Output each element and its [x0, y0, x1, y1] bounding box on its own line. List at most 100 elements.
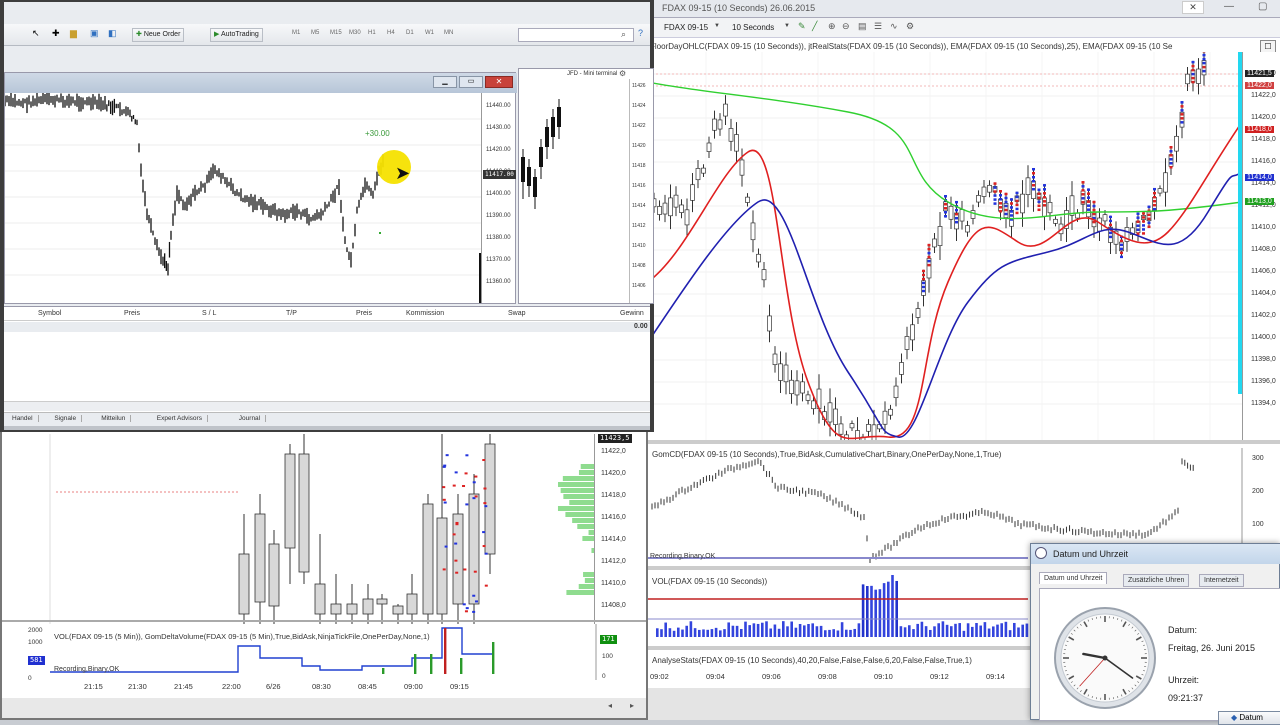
pencil-icon[interactable]: ✎	[798, 21, 806, 32]
timeframe-button[interactable]: MN	[444, 30, 453, 36]
footprint-dot	[1010, 206, 1013, 209]
timeframe-button[interactable]: M30	[349, 30, 361, 36]
nt-candle-body	[812, 401, 816, 409]
timeframe-button[interactable]: H4	[387, 30, 395, 36]
search-icon[interactable]: ⌕	[621, 29, 626, 40]
autotrading-button[interactable]: ▶ AutoTrading	[210, 28, 263, 42]
terminal-tab[interactable]: Handel	[12, 415, 39, 422]
volume-bar	[694, 628, 697, 637]
footprint-dot	[1005, 213, 1008, 216]
nt-candle-body	[900, 362, 904, 374]
terminal-tab[interactable]: Signale	[54, 415, 82, 422]
footprint-dot	[1170, 166, 1173, 169]
footprint-dot	[1038, 201, 1041, 204]
pane-divider[interactable]	[2, 620, 646, 622]
crosshair-icon[interactable]: ✚	[52, 28, 60, 39]
mt-price-chart[interactable]	[5, 93, 481, 303]
volume-bar	[761, 623, 764, 637]
window-icon[interactable]: ▣	[90, 28, 99, 39]
scroll-arrow-icon[interactable]: ▸	[630, 701, 634, 710]
strategy-icon[interactable]: ⚙	[906, 21, 914, 32]
time-label: 21:30	[128, 682, 147, 691]
timeframe-button[interactable]: H1	[368, 30, 376, 36]
mt-price-axis[interactable]: 11440.0011430.0011420.0011410.0011400.00…	[481, 93, 517, 303]
footprint-dot	[473, 481, 476, 483]
footprint-dot	[999, 210, 1002, 213]
close-icon[interactable]: ✕	[485, 76, 513, 88]
dialog-tab[interactable]: Internetzeit	[1199, 574, 1244, 587]
price-tag: 11414,0	[1245, 174, 1274, 181]
maximize-icon[interactable]: ▢	[1258, 1, 1267, 12]
cd-axis-label: 200	[1252, 488, 1264, 495]
dialog-tab[interactable]: Datum und Uhrzeit	[1039, 572, 1107, 584]
clock-center	[1103, 656, 1108, 661]
pane-divider[interactable]	[648, 440, 1280, 444]
price-label: 11440.00	[486, 103, 511, 109]
footprint-dot	[1120, 256, 1123, 259]
mt-status-bar	[4, 426, 650, 430]
change-date-button[interactable]: ◆ Datum	[1218, 711, 1280, 725]
balance-row: 0.00	[4, 322, 650, 332]
bottom-status: Recording,Binary,OK	[54, 666, 119, 673]
ema-fast-line	[648, 122, 1242, 439]
close-icon[interactable]: ✕	[1182, 1, 1204, 14]
nt-5min-chart[interactable]	[2, 434, 594, 624]
minimize-icon[interactable]: —	[1224, 1, 1234, 12]
column-header: Preis	[356, 310, 372, 317]
nt-candle-body	[680, 205, 684, 213]
scroll-arrow-icon[interactable]: ◂	[608, 701, 612, 710]
price-axis-label: 11400,0	[1251, 334, 1276, 341]
mini-candle-body	[557, 107, 561, 127]
chevron-down-icon[interactable]: ▼	[714, 23, 720, 29]
properties-icon[interactable]: ▤	[858, 21, 867, 32]
nt-price-chart[interactable]	[648, 52, 1280, 440]
mouse-pointer-icon: ➤	[395, 164, 410, 182]
timeframe-button[interactable]: W1	[425, 30, 434, 36]
bottom-candle-body	[239, 554, 249, 614]
mini-terminal-chart[interactable]	[519, 79, 629, 303]
terminal-tab[interactable]: Mitteilun	[101, 415, 131, 422]
cd-axis-label: 100	[1252, 521, 1264, 528]
nt-bottom-price-axis[interactable]: 11422,011420,011418,011416,011414,011412…	[594, 434, 644, 624]
datetime-dialog: Datum und Uhrzeit Datum und UhrzeitZusät…	[1030, 543, 1280, 720]
dialog-tab[interactable]: Zusätzliche Uhren	[1123, 574, 1189, 587]
footprint-dot	[472, 595, 475, 597]
help-icon[interactable]: ?	[638, 28, 643, 38]
footprint-dot	[1082, 201, 1085, 204]
delta-volume-bar	[382, 668, 384, 674]
settings-icon[interactable]: ⚙	[619, 69, 626, 78]
nt-price-axis[interactable]: 11424,011422,011420,011418,011416,011414…	[1242, 52, 1280, 440]
draw-tool-icon[interactable]: ╱	[812, 21, 817, 32]
timeframe-button[interactable]: D1	[406, 30, 414, 36]
timeframe-button[interactable]: M5	[311, 30, 319, 36]
footprint-dot	[482, 459, 485, 461]
terminal-tab[interactable]: Journal	[239, 415, 266, 422]
price-label: 11360.00	[486, 279, 511, 285]
cursor-icon[interactable]: ↖	[32, 28, 40, 39]
instrument-selector[interactable]: FDAX 09-15	[664, 23, 708, 32]
indicator-icon[interactable]: ∿	[890, 21, 898, 32]
footprint-dot	[1148, 218, 1151, 221]
zoom-out-icon[interactable]: ⊖	[842, 21, 850, 32]
interval-selector[interactable]: 10 Seconds	[732, 23, 774, 32]
timeframe-button[interactable]: M1	[292, 30, 300, 36]
search-input[interactable]: ⌕	[518, 28, 634, 42]
minimize-icon[interactable]: ▁	[433, 76, 457, 88]
chevron-down-icon[interactable]: ▼	[784, 23, 790, 29]
scrollbar-horizontal[interactable]: ◂ ▸	[2, 698, 646, 718]
new-order-button[interactable]: ✚ Neue Order	[132, 28, 184, 42]
timeframe-button[interactable]: M15	[330, 30, 342, 36]
volume-bar	[841, 622, 844, 637]
navigator-icon[interactable]: ◧	[108, 28, 117, 39]
time-label: 09:08	[818, 672, 837, 681]
bottom-candle-body	[469, 494, 479, 604]
volume-bar	[744, 622, 747, 637]
folder-icon[interactable]: ▆	[70, 28, 77, 39]
terminal-scrollbar[interactable]	[4, 401, 650, 411]
volume-bar	[963, 631, 966, 637]
restore-icon[interactable]: ▭	[459, 76, 483, 88]
zoom-in-icon[interactable]: ⊕	[828, 21, 836, 32]
terminal-tab[interactable]: Expert Advisors	[157, 415, 208, 422]
data-box-icon[interactable]: ☰	[874, 21, 882, 32]
volume-bar	[782, 621, 785, 637]
